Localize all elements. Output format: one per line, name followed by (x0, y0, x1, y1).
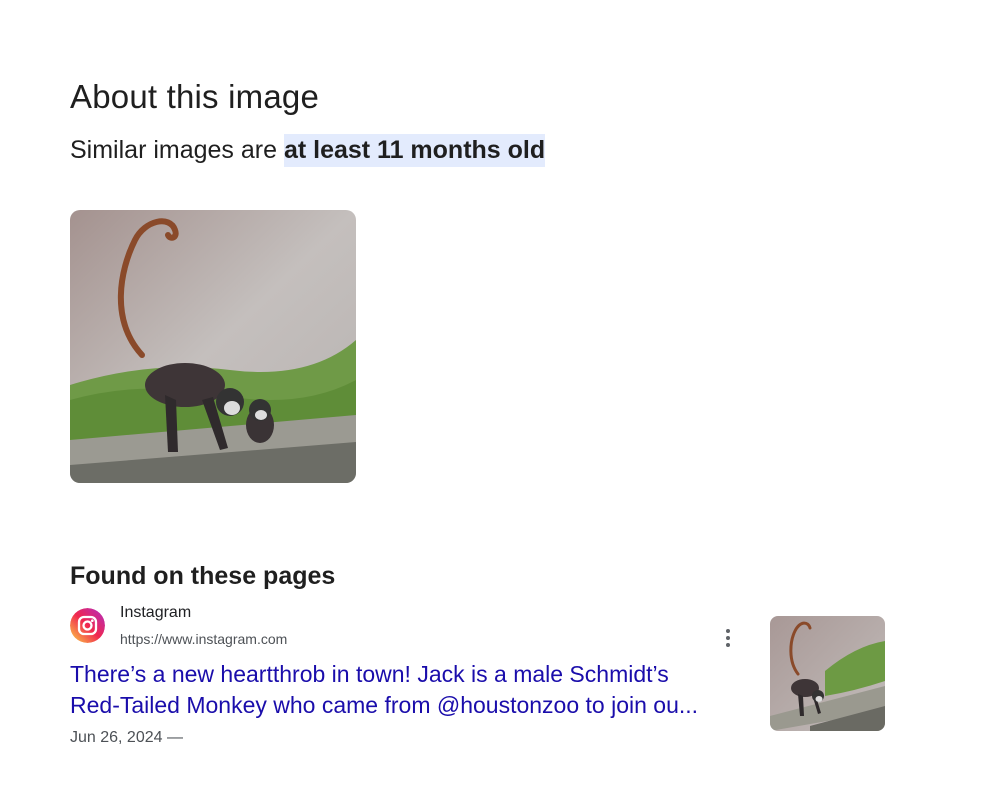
found-on-pages-heading: Found on these pages (70, 561, 336, 590)
main-image-thumbnail[interactable] (70, 210, 356, 483)
image-age-line: Similar images are at least 11 months ol… (70, 134, 546, 167)
page-title: About this image (70, 78, 320, 116)
result-date: Jun 26, 2024 — (70, 729, 183, 746)
result-thumbnail[interactable] (770, 616, 885, 731)
age-highlight: at least 11 months old (283, 134, 546, 167)
result-title-link[interactable]: There’s a new heartthrob in town! Jack i… (70, 659, 760, 721)
more-dot (726, 636, 730, 640)
more-dot (726, 629, 730, 633)
result-source-name[interactable]: Instagram (120, 604, 191, 622)
more-dot (726, 643, 730, 647)
more-vert-icon[interactable] (716, 626, 740, 650)
result-title-line-1[interactable]: There’s a new heartthrob in town! Jack i… (70, 659, 760, 690)
result-source-url[interactable]: https://www.instagram.com (120, 631, 287, 647)
instagram-icon[interactable] (70, 608, 105, 643)
age-prefix: Similar images are (70, 136, 284, 164)
result-title-line-2[interactable]: Red-Tailed Monkey who came from @houston… (70, 690, 760, 721)
